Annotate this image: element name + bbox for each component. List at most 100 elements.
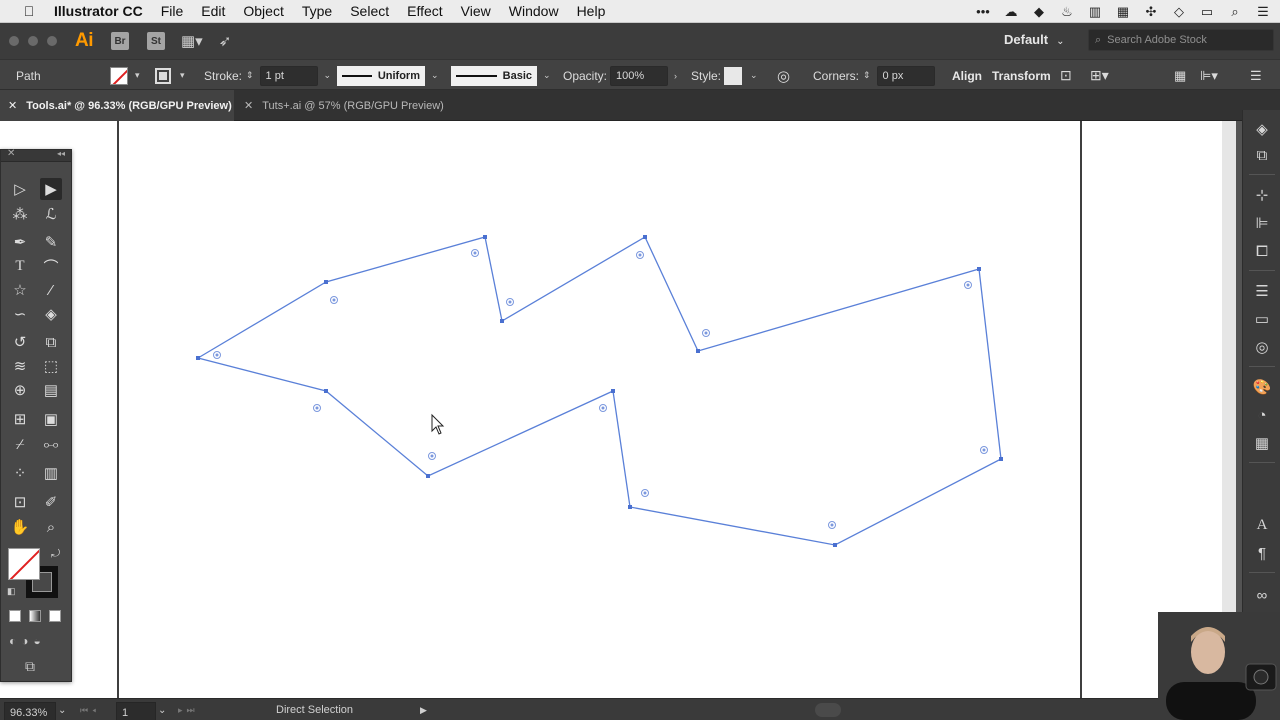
- menu-edit[interactable]: Edit: [192, 0, 234, 23]
- horizontal-scroll-thumb[interactable]: [815, 703, 841, 717]
- anchor-point[interactable]: [628, 505, 632, 509]
- eraser-tool-icon[interactable]: ◈: [40, 303, 62, 325]
- paragraph-panel-icon[interactable]: ¶: [1253, 544, 1271, 562]
- none-mode-icon[interactable]: [49, 610, 61, 622]
- stepper-icon[interactable]: ⇕: [863, 70, 871, 81]
- menu-view[interactable]: View: [452, 0, 500, 23]
- mesh-tool-icon[interactable]: ⊞: [9, 408, 31, 430]
- symbol-sprayer-tool-icon[interactable]: ⁘: [9, 462, 31, 484]
- stroke-label[interactable]: Stroke:: [204, 60, 242, 91]
- perspective-grid-tool-icon[interactable]: ▤: [40, 379, 62, 401]
- links-panel-icon[interactable]: ∞: [1253, 586, 1271, 604]
- anchor-point[interactable]: [696, 349, 700, 353]
- graphic-style-swatch[interactable]: ⌄: [724, 60, 758, 91]
- panel-menu-icon[interactable]: ☰: [1250, 60, 1262, 91]
- tab-tuts-ai[interactable]: ✕ Tuts+.ai @ 57% (RGB/GPU Preview): [236, 90, 456, 121]
- paintbrush-tool-icon[interactable]: ⁄: [40, 279, 62, 301]
- shaper-tool-icon[interactable]: ∽: [9, 303, 31, 325]
- chevron-down-icon[interactable]: ⌄: [750, 70, 758, 81]
- shape-options-icon[interactable]: ⊞▾: [1090, 60, 1109, 91]
- gradient-mode-icon[interactable]: [29, 610, 41, 622]
- transparency-icon[interactable]: ◎: [1253, 338, 1271, 356]
- blend-tool-icon[interactable]: ⧟: [40, 433, 62, 455]
- chevron-down-icon[interactable]: ⌄: [543, 70, 551, 81]
- magic-wand-tool-icon[interactable]: ⁂: [9, 203, 31, 225]
- anchor-point[interactable]: [196, 356, 200, 360]
- type-tool-icon[interactable]: T: [9, 255, 31, 277]
- hand-tool-icon[interactable]: ✋: [9, 516, 31, 538]
- chevron-down-icon[interactable]: ⌄: [431, 70, 439, 81]
- chevron-down-icon[interactable]: ⌄: [324, 70, 332, 81]
- stroke-panel-icon[interactable]: ☰: [1253, 282, 1271, 300]
- artboards-icon[interactable]: ⧉: [1253, 146, 1271, 164]
- more-icon[interactable]: •••: [974, 4, 992, 20]
- draw-modes-icon[interactable]: ◐◑◒: [9, 634, 46, 648]
- corners-label[interactable]: Corners:: [813, 60, 859, 91]
- color-guide-icon[interactable]: ◔: [1253, 406, 1271, 424]
- pathfinder-icon[interactable]: ⧠: [1253, 242, 1271, 260]
- artboard-nav-prev-icon[interactable]: ⏮◂: [80, 699, 100, 720]
- menu-help[interactable]: Help: [568, 0, 615, 23]
- stock-button[interactable]: St: [147, 32, 165, 50]
- anchor-point[interactable]: [483, 235, 487, 239]
- menu-select[interactable]: Select: [341, 0, 398, 23]
- status-menu-icon[interactable]: ▶: [420, 699, 427, 720]
- isolate-icon[interactable]: ⊡: [1060, 60, 1072, 91]
- arrange-icon[interactable]: ▦: [1174, 60, 1186, 91]
- zoom-window-button[interactable]: [47, 36, 57, 46]
- corner-widget[interactable]: [428, 452, 436, 460]
- flame-icon[interactable]: ♨: [1058, 4, 1076, 20]
- calendar-icon[interactable]: ▦: [1114, 4, 1132, 20]
- apple-menu-icon[interactable]: : [14, 3, 44, 19]
- opacity-label[interactable]: Opacity:: [563, 60, 607, 91]
- corner-widget[interactable]: [980, 446, 988, 454]
- search-icon[interactable]: ⌕: [1226, 4, 1244, 20]
- default-fill-stroke-icon[interactable]: ◧: [7, 586, 16, 597]
- menu-type[interactable]: Type: [293, 0, 341, 23]
- app-menu[interactable]: Illustrator CC: [44, 3, 152, 19]
- fill-dropdown-icon[interactable]: ▾: [135, 60, 140, 91]
- rotate-tool-icon[interactable]: ↺: [9, 331, 31, 353]
- swap-fill-stroke-icon[interactable]: ⤾: [51, 548, 60, 561]
- scale-tool-icon[interactable]: ⧉: [40, 331, 62, 353]
- anchor-point[interactable]: [833, 543, 837, 547]
- arc-tool-icon[interactable]: ⌒: [40, 255, 62, 277]
- menu-file[interactable]: File: [152, 0, 193, 23]
- corner-widget[interactable]: [471, 249, 479, 257]
- free-transform-tool-icon[interactable]: ⬚: [40, 355, 62, 377]
- corner-widget[interactable]: [213, 351, 221, 359]
- swatches-icon[interactable]: ▦: [1253, 434, 1271, 452]
- close-tab-icon[interactable]: ✕: [244, 99, 253, 112]
- color-panel-icon[interactable]: 🎨: [1253, 378, 1272, 396]
- gpu-performance-icon[interactable]: ➶: [219, 32, 232, 50]
- align-options-icon[interactable]: ⊫▾: [1200, 60, 1218, 91]
- curvature-tool-icon[interactable]: ✎: [40, 231, 62, 253]
- zoom-dropdown-icon[interactable]: ⌄: [58, 699, 66, 720]
- split-icon[interactable]: ▥: [1086, 4, 1104, 20]
- stroke-swatch[interactable]: [155, 60, 171, 91]
- artboard-number-field[interactable]: 1: [116, 702, 156, 720]
- menu-object[interactable]: Object: [234, 0, 292, 23]
- stroke-dropdown-icon[interactable]: ▾: [180, 60, 185, 91]
- stroke-weight-field[interactable]: ⇕ 1 pt ⌄: [246, 60, 331, 91]
- close-panel-icon[interactable]: ✕: [7, 148, 15, 159]
- corner-widget[interactable]: [702, 329, 710, 337]
- close-window-button[interactable]: [9, 36, 19, 46]
- anchor-point[interactable]: [500, 319, 504, 323]
- menu-effect[interactable]: Effect: [398, 0, 452, 23]
- transform-link[interactable]: Transform: [992, 60, 1051, 91]
- align-link[interactable]: Align: [952, 60, 982, 91]
- anchor-point[interactable]: [324, 280, 328, 284]
- align-panel-icon[interactable]: ⊫: [1253, 214, 1271, 232]
- corner-widget[interactable]: [506, 298, 514, 306]
- collapse-icon[interactable]: ◂◂: [57, 149, 65, 158]
- selection-tool-icon[interactable]: ▷: [9, 178, 31, 200]
- canvas[interactable]: [0, 121, 1236, 698]
- chevron-right-icon[interactable]: ›: [674, 71, 677, 81]
- zoom-tool-icon[interactable]: ⌕: [40, 516, 62, 538]
- zoom-level-field[interactable]: 96.33%: [4, 702, 56, 720]
- current-tool-status[interactable]: Direct Selection: [276, 699, 353, 720]
- column-graph-tool-icon[interactable]: ▥: [40, 462, 62, 484]
- pen-tool-icon[interactable]: ✒: [9, 231, 31, 253]
- stock-search-input[interactable]: ⌕ Search Adobe Stock: [1088, 29, 1274, 51]
